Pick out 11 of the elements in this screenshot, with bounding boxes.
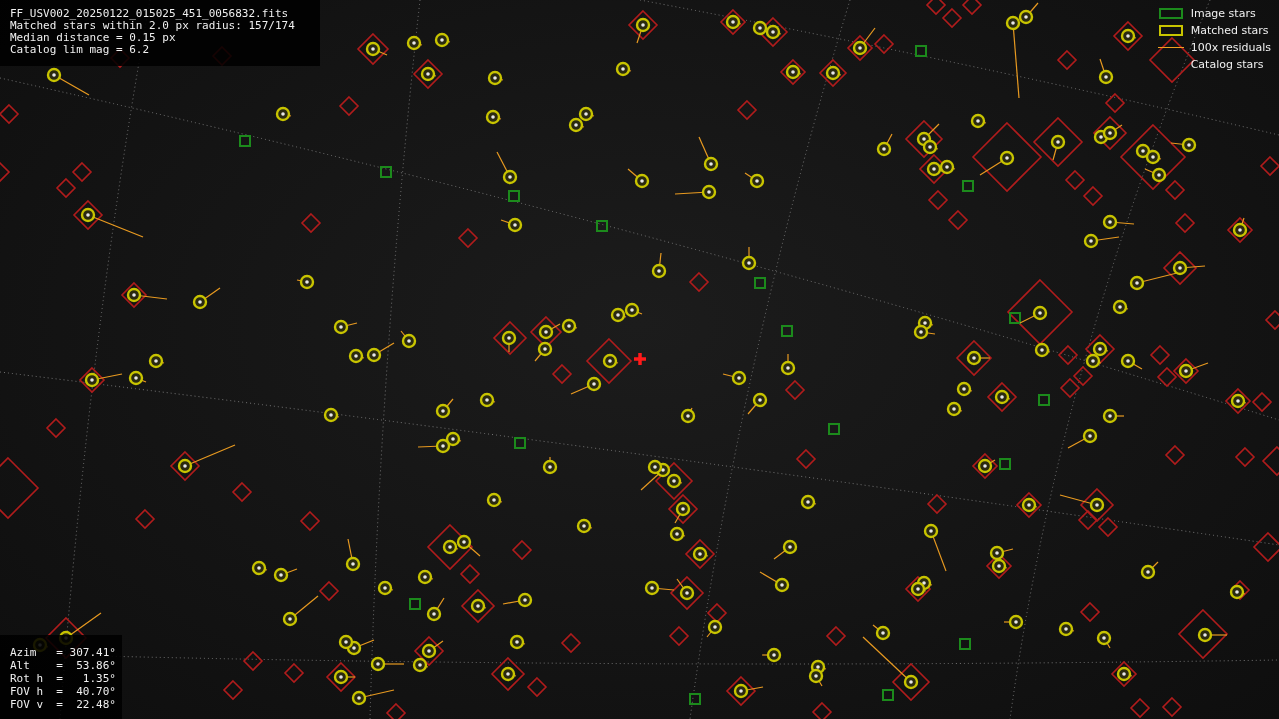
info-text: Matched stars within 2.0 px radius: 157/174 [10,20,296,32]
legend-swatch-icon [1158,25,1183,36]
info-text: FF_USV002_20250122_015025_451_0056832.fits [10,8,290,20]
legend-label: 100x residuals [1190,40,1271,55]
legend-label: Matched stars [1190,23,1270,38]
info-text: Median distance = 0.15 px [10,32,177,44]
info-text: Catalog lim mag = 6.2 [10,44,151,56]
legend-line-icon [1157,47,1184,48]
legend-label: Catalog stars [1190,57,1265,72]
legend-label: Image stars [1190,6,1257,21]
legend-swatch-icon [1158,8,1183,19]
